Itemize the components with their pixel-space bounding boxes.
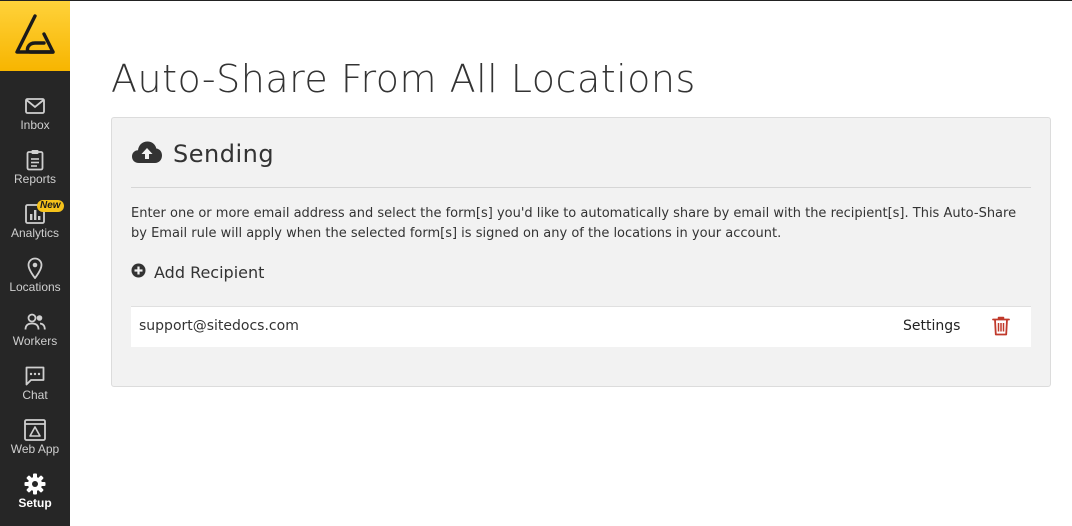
- sidebar-item-inbox[interactable]: Inbox: [0, 92, 70, 146]
- sending-card: Sending Enter one or more email address …: [111, 117, 1051, 387]
- sidebar-item-reports[interactable]: Reports: [0, 146, 70, 200]
- cloud-upload-icon: [131, 140, 163, 168]
- logo[interactable]: [0, 1, 70, 71]
- recipient-row: support@sitedocs.com Settings: [131, 306, 1031, 347]
- people-icon: [24, 311, 46, 333]
- map-pin-icon: [24, 257, 46, 279]
- recipient-settings-button[interactable]: Settings: [903, 318, 960, 334]
- sidebar-item-label: Web App: [10, 442, 60, 456]
- plus-circle-icon: [131, 263, 146, 282]
- gear-icon: [24, 473, 46, 495]
- sidebar-item-label: Setup: [18, 496, 52, 510]
- page-title: Auto-Share From All Locations: [111, 57, 696, 101]
- new-badge: New: [37, 200, 64, 212]
- chat-bubble-icon: [24, 365, 46, 387]
- divider: [131, 187, 1031, 188]
- sidebar-item-analytics[interactable]: Analytics New: [0, 200, 70, 254]
- sidebar-item-locations[interactable]: Locations: [0, 254, 70, 308]
- sidebar-item-label: Inbox: [20, 118, 50, 132]
- sidebar-item-label: Reports: [13, 172, 57, 186]
- sidebar-item-label: Analytics: [10, 226, 60, 240]
- trash-icon[interactable]: [992, 316, 1010, 340]
- sidebar-item-label: Workers: [12, 334, 58, 348]
- card-description: Enter one or more email address and sele…: [131, 206, 1017, 241]
- envelope-icon: [24, 95, 46, 117]
- add-recipient-label: Add Recipient: [154, 263, 265, 282]
- sidebar-item-label: Locations: [9, 280, 61, 294]
- sidebar-item-web-app[interactable]: Web App: [0, 416, 70, 470]
- add-recipient-button[interactable]: Add Recipient: [131, 263, 264, 282]
- sidebar-item-workers[interactable]: Workers: [0, 308, 70, 362]
- sidebar: Inbox Reports Analytics New Locations Wo…: [0, 1, 70, 526]
- card-header: Sending: [131, 140, 274, 168]
- app-window: Inbox Reports Analytics New Locations Wo…: [0, 0, 1072, 526]
- card-title: Sending: [173, 140, 275, 168]
- sitedocs-logo-icon: [15, 14, 55, 54]
- web-app-icon: [24, 419, 46, 441]
- clipboard-icon: [24, 149, 46, 171]
- sidebar-item-setup[interactable]: Setup: [0, 470, 70, 524]
- recipient-email: support@sitedocs.com: [139, 318, 299, 334]
- sidebar-item-chat[interactable]: Chat: [0, 362, 70, 416]
- sidebar-item-label: Chat: [22, 388, 48, 402]
